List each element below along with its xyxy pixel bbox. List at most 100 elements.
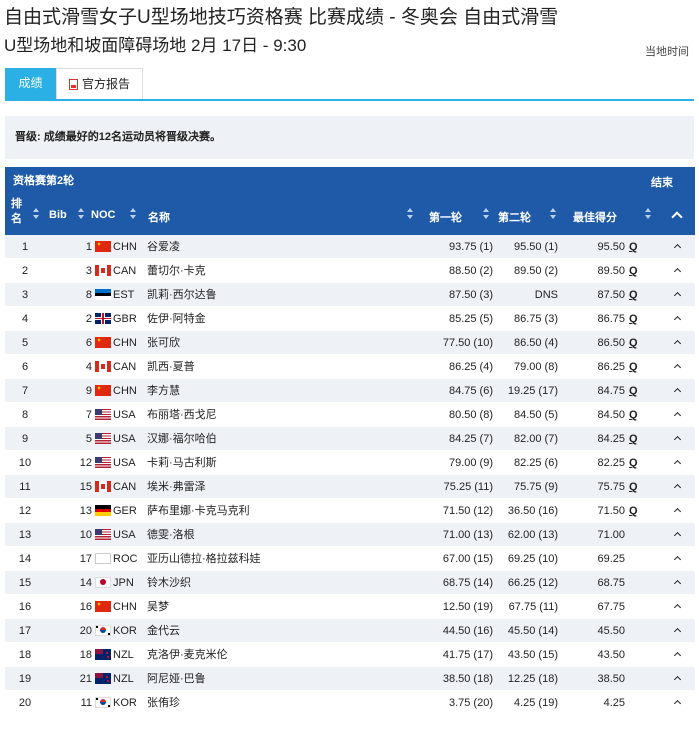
- row-expand-chevron-up-icon[interactable]: [673, 339, 682, 348]
- table-row[interactable]: 17 20 KOR 金代云 44.50 (16) 45.50 (14) 45.50: [5, 619, 695, 643]
- table-row[interactable]: 15 14 JPN 铃木沙织 68.75 (14) 66.25 (12) 68.75: [5, 571, 695, 595]
- row-expand-chevron-up-icon[interactable]: [673, 435, 682, 444]
- tab-results[interactable]: 成绩: [5, 68, 56, 99]
- athlete-name-cell[interactable]: 卡莉·马古利斯: [147, 451, 217, 475]
- athlete-name-cell[interactable]: 布丽塔·西戈尼: [147, 403, 217, 427]
- table-row[interactable]: 6 4 CAN 凯西·夏普 86.25 (4) 79.00 (8) 86.25 Q: [5, 355, 695, 379]
- table-row[interactable]: 1 1 CHN 谷爱凌 93.75 (1) 95.50 (1) 95.50 Q: [5, 235, 695, 259]
- athlete-name-cell[interactable]: 张可欣: [147, 331, 180, 355]
- noc-cell: ROC: [113, 553, 138, 565]
- table-row[interactable]: 19 21 NZL 阿尼娅·巴鲁 38.50 (18) 12.25 (18) 38.50: [5, 667, 695, 691]
- row-expand-chevron-up-icon[interactable]: [673, 579, 682, 588]
- tab-official-report[interactable]: 官方报告: [56, 68, 144, 99]
- table-row[interactable]: 20 11 KOR 张侑珍 3.75 (20) 4.25 (19) 4.25: [5, 691, 695, 715]
- table-row[interactable]: 14 17 ROC 亚历山德拉·格拉兹科娃 67.00 (15) 69.25 (10) 69…: [5, 547, 695, 571]
- table-row[interactable]: 7 9 CHN 李方慧 84.75 (6) 19.25 (17) 84.75 Q: [5, 379, 695, 403]
- table-row[interactable]: 5 6 CHN 张可欣 77.50 (10) 86.50 (4) 86.50 Q: [5, 331, 695, 355]
- athlete-name-cell[interactable]: 吴梦: [147, 595, 169, 619]
- row-expand-chevron-up-icon[interactable]: [673, 651, 682, 660]
- athlete-name-cell[interactable]: 萨布里娜·卡克马克利: [147, 499, 250, 523]
- sort-run1-icon[interactable]: [483, 208, 489, 219]
- best-score-cell: 82.25: [597, 457, 625, 469]
- athlete-name-cell[interactable]: 张侑珍: [147, 691, 180, 715]
- athlete-name-cell[interactable]: 佐伊·阿特金: [147, 307, 206, 331]
- athlete-name-cell[interactable]: 亚历山德拉·格拉兹科娃: [147, 547, 261, 571]
- athlete-name-cell[interactable]: 克洛伊·麦克米伦: [147, 643, 228, 667]
- athlete-name-cell[interactable]: 德雯·洛根: [147, 523, 195, 547]
- run2-cell: 95.50 (1): [513, 241, 558, 253]
- table-row[interactable]: 8 7 USA 布丽塔·西戈尼 80.50 (8) 84.50 (5) 84.50 Q: [5, 403, 695, 427]
- column-header-best[interactable]: 最佳得分: [573, 209, 617, 225]
- athlete-name-cell[interactable]: 阿尼娅·巴鲁: [147, 667, 206, 691]
- column-header-run1[interactable]: 第一轮: [429, 209, 462, 225]
- qualified-badge: Q: [629, 385, 638, 397]
- table-row[interactable]: 4 2 GBR 佐伊·阿特金 85.25 (5) 86.75 (3) 86.75 Q: [5, 307, 695, 331]
- sort-run2-icon[interactable]: [550, 208, 556, 219]
- row-expand-chevron-up-icon[interactable]: [673, 555, 682, 564]
- athlete-name-cell[interactable]: 凯莉·西尔达鲁: [147, 283, 217, 307]
- results-table-body: 1 1 CHN 谷爱凌 93.75 (1) 95.50 (1) 95.50 Q 2 3 CAN 蕾切尔…: [5, 235, 695, 715]
- row-expand-chevron-up-icon[interactable]: [673, 699, 682, 708]
- table-row[interactable]: 12 13 GER 萨布里娜·卡克马克利 71.50 (12) 36.50 (16) 71.…: [5, 499, 695, 523]
- athlete-name-cell[interactable]: 李方慧: [147, 379, 180, 403]
- usa-flag-icon: [95, 409, 111, 420]
- row-expand-chevron-up-icon[interactable]: [673, 363, 682, 372]
- athlete-name-cell[interactable]: 凯西·夏普: [147, 355, 195, 379]
- row-expand-chevron-up-icon[interactable]: [673, 291, 682, 300]
- noc-cell: JPN: [113, 577, 134, 589]
- athlete-name-cell[interactable]: 铃木沙织: [147, 571, 191, 595]
- table-row[interactable]: 13 10 USA 德雯·洛根 71.00 (13) 62.00 (13) 71.00: [5, 523, 695, 547]
- collapse-all-chevron-up-icon[interactable]: [671, 211, 683, 223]
- athlete-name-cell[interactable]: 蕾切尔·卡克: [147, 259, 206, 283]
- athlete-name-cell[interactable]: 金代云: [147, 619, 180, 643]
- column-header-bib[interactable]: Bib: [49, 209, 67, 221]
- column-header-noc[interactable]: NOC: [91, 209, 115, 221]
- local-time-label[interactable]: 当地时间: [645, 43, 689, 59]
- column-header-run2[interactable]: 第二轮: [498, 209, 531, 225]
- sort-noc-icon[interactable]: [130, 208, 136, 219]
- table-row[interactable]: 9 5 USA 汉娜·福尔哈伯 84.25 (7) 82.00 (7) 84.25 Q: [5, 427, 695, 451]
- can-flag-icon: [95, 265, 111, 276]
- row-expand-chevron-up-icon[interactable]: [673, 387, 682, 396]
- row-expand-chevron-up-icon[interactable]: [673, 243, 682, 252]
- sort-rank-icon[interactable]: [33, 208, 39, 219]
- row-expand-chevron-up-icon[interactable]: [673, 531, 682, 540]
- athlete-name-cell[interactable]: 谷爱凌: [147, 235, 180, 259]
- column-header-rank[interactable]: 排名: [11, 197, 25, 227]
- row-expand-chevron-up-icon[interactable]: [673, 315, 682, 324]
- column-header-name[interactable]: 名称: [148, 209, 170, 225]
- row-expand-chevron-up-icon[interactable]: [673, 603, 682, 612]
- sort-best-icon[interactable]: [645, 208, 651, 219]
- row-expand-chevron-up-icon[interactable]: [673, 267, 682, 276]
- row-expand-chevron-up-icon[interactable]: [673, 483, 682, 492]
- column-header-noc-label: NOC: [91, 209, 116, 221]
- table-row[interactable]: 11 15 CAN 埃米·弗雷泽 75.25 (11) 75.75 (9) 75.75 Q: [5, 475, 695, 499]
- sort-name-icon[interactable]: [407, 208, 413, 219]
- table-row[interactable]: 16 16 CHN 吴梦 12.50 (19) 67.75 (11) 67.75: [5, 595, 695, 619]
- page-subtitle: U型场地和坡面障碍场地 2月 17日 - 9:30: [4, 36, 307, 55]
- row-expand-chevron-up-icon[interactable]: [673, 675, 682, 684]
- run1-cell: 68.75 (14): [442, 577, 493, 589]
- bib-cell: 15: [79, 481, 92, 493]
- sort-bib-icon[interactable]: [78, 208, 84, 219]
- run1-cell: 41.75 (17): [442, 649, 493, 661]
- best-score-cell: 38.50: [597, 673, 625, 685]
- qualified-badge: Q: [629, 289, 638, 301]
- run2-cell: 12.25 (18): [507, 673, 558, 685]
- round-label: 资格赛第2轮: [13, 175, 75, 187]
- row-expand-chevron-up-icon[interactable]: [673, 411, 682, 420]
- kor-flag-icon: [95, 697, 111, 708]
- rank-cell: 15: [18, 577, 32, 589]
- athlete-name-cell[interactable]: 汉娜·福尔哈伯: [147, 427, 217, 451]
- row-expand-chevron-up-icon[interactable]: [673, 627, 682, 636]
- run1-cell: 77.50 (10): [442, 337, 493, 349]
- run2-cell: 89.50 (2): [513, 265, 558, 277]
- table-row[interactable]: 2 3 CAN 蕾切尔·卡克 88.50 (2) 89.50 (2) 89.50 Q: [5, 259, 695, 283]
- table-row[interactable]: 3 8 EST 凯莉·西尔达鲁 87.50 (3) DNS 87.50 Q: [5, 283, 695, 307]
- row-expand-chevron-up-icon[interactable]: [673, 507, 682, 516]
- table-row[interactable]: 18 18 NZL 克洛伊·麦克米伦 41.75 (17) 43.50 (15) 43.50: [5, 643, 695, 667]
- athlete-name-cell[interactable]: 埃米·弗雷泽: [147, 475, 206, 499]
- row-expand-chevron-up-icon[interactable]: [673, 459, 682, 468]
- table-row[interactable]: 10 12 USA 卡莉·马古利斯 79.00 (9) 82.25 (6) 82.25 Q: [5, 451, 695, 475]
- noc-cell: NZL: [113, 649, 134, 661]
